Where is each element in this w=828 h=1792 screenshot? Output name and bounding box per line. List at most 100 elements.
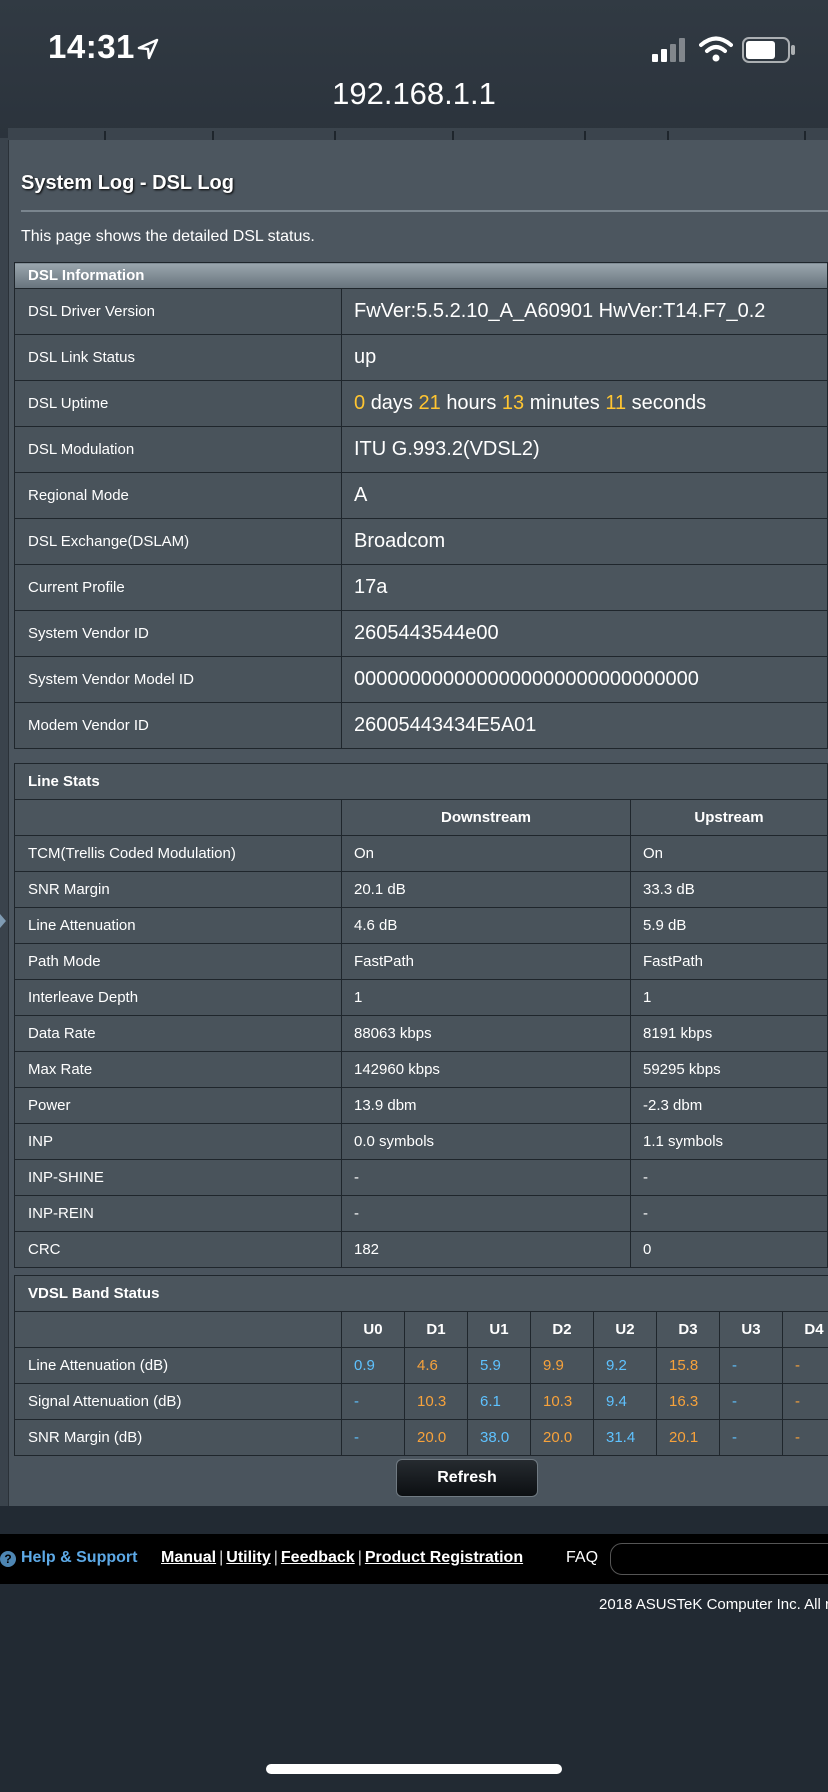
- table-row: DSL Uptime 0 days 21 hours 13 minutes 11…: [14, 380, 828, 427]
- row-label: Signal Attenuation (dB): [14, 1383, 342, 1420]
- band-value: -: [719, 1383, 783, 1420]
- page-title: System Log - DSL Log: [21, 172, 234, 194]
- row-value: 2605443544e00: [341, 610, 828, 657]
- home-indicator[interactable]: [266, 1764, 562, 1774]
- upstream-header: Upstream: [630, 799, 828, 836]
- table-row: Interleave Depth 1 1: [14, 979, 828, 1016]
- refresh-button[interactable]: Refresh: [396, 1459, 538, 1497]
- table-row: System Vendor Model ID 00000000000000000…: [14, 656, 828, 703]
- uptime-seconds-unit: seconds: [631, 392, 707, 414]
- row-label: INP-SHINE: [14, 1159, 342, 1196]
- left-edge: [0, 138, 8, 1506]
- row-label: Data Rate: [14, 1015, 342, 1052]
- row-label: Modem Vendor ID: [14, 702, 342, 749]
- cell-signal-icon: [652, 38, 685, 62]
- row-label: DSL Driver Version: [14, 288, 342, 335]
- battery-icon: [742, 37, 795, 63]
- upstream-value: -2.3 dbm: [630, 1087, 828, 1124]
- row-label: Line Attenuation (dB): [14, 1347, 342, 1384]
- expand-arrow-icon[interactable]: [0, 914, 6, 928]
- band-header-u1: U1: [467, 1311, 531, 1348]
- uptime-seconds: 11: [605, 392, 627, 414]
- band-header-d4: D4: [781, 1311, 828, 1348]
- faq-search-input[interactable]: [610, 1543, 828, 1575]
- status-time: 14:31: [48, 28, 135, 65]
- upstream-value: 5.9 dB: [630, 907, 828, 944]
- uptime-value: 0 days 21 hours 13 minutes 11 seconds: [341, 380, 828, 427]
- band-value: 10.3: [404, 1383, 468, 1420]
- uptime-days-unit: days: [370, 392, 413, 414]
- band-value: 6.1: [467, 1383, 531, 1420]
- upstream-value: 8191 kbps: [630, 1015, 828, 1052]
- band-value: 15.8: [656, 1347, 720, 1384]
- downstream-value: On: [341, 835, 631, 872]
- table-row: Line Attenuation 4.6 dB 5.9 dB: [14, 907, 828, 944]
- band-header-d3: D3: [656, 1311, 720, 1348]
- downstream-header: Downstream: [341, 799, 631, 836]
- row-label: Max Rate: [14, 1051, 342, 1088]
- table-row: INP 0.0 symbols 1.1 symbols: [14, 1123, 828, 1160]
- table-row: Current Profile 17a: [14, 564, 828, 611]
- faq-label: FAQ: [566, 1549, 599, 1566]
- row-value: A: [341, 472, 828, 519]
- footer-links: Manual | Utility | Feedback | Product Registra…: [161, 1549, 523, 1567]
- table-row: Signal Attenuation (dB) - 10.3 6.1 10.3 …: [14, 1383, 828, 1420]
- row-label: Regional Mode: [14, 472, 342, 519]
- upstream-value: 1.1 symbols: [630, 1123, 828, 1160]
- table-row: SNR Margin 20.1 dB 33.3 dB: [14, 871, 828, 908]
- band-value: -: [781, 1347, 828, 1384]
- uptime-hours: 21: [418, 392, 441, 414]
- copyright-text: 2018 ASUSTeK Computer Inc. All r: [599, 1596, 828, 1613]
- upstream-value: On: [630, 835, 828, 872]
- separator: |: [357, 1549, 362, 1566]
- band-value: 5.9: [467, 1347, 531, 1384]
- browser-top-bar: 14:31 192.168.1.1: [0, 0, 828, 138]
- row-value: 0000000000000000000000000000000: [341, 656, 828, 703]
- table-row: Power 13.9 dbm -2.3 dbm: [14, 1087, 828, 1124]
- tab-strip: [8, 128, 828, 140]
- vdsl-band-status-table: VDSL Band Status U0 D1 U1 D2 U2 D3 U3 D4…: [13, 1275, 828, 1456]
- band-value: 38.0: [467, 1419, 531, 1456]
- row-label: SNR Margin: [14, 871, 342, 908]
- band-value: 31.4: [593, 1419, 657, 1456]
- band-value: 9.9: [530, 1347, 594, 1384]
- row-value: up: [341, 334, 828, 381]
- utility-link[interactable]: Utility: [226, 1549, 270, 1566]
- dsl-information-table: DSL Information DSL Driver Version FwVer…: [14, 262, 828, 749]
- separator: |: [273, 1549, 278, 1566]
- band-value: -: [341, 1419, 405, 1456]
- table-row: Data Rate 88063 kbps 8191 kbps: [14, 1015, 828, 1052]
- feedback-link[interactable]: Feedback: [281, 1549, 355, 1566]
- table-row: INP-SHINE - -: [14, 1159, 828, 1196]
- table-row: SNR Margin (dB) - 20.0 38.0 20.0 31.4 20…: [14, 1419, 828, 1456]
- row-value: Broadcom: [341, 518, 828, 565]
- band-header-u3: U3: [719, 1311, 783, 1348]
- address-bar-url[interactable]: 192.168.1.1: [0, 76, 828, 112]
- product-registration-link[interactable]: Product Registration: [365, 1549, 523, 1566]
- uptime-days: 0: [354, 392, 366, 414]
- downstream-value: 20.1 dB: [341, 871, 631, 908]
- row-value: 26005443434E5A01: [341, 702, 828, 749]
- manual-link[interactable]: Manual: [161, 1549, 216, 1566]
- upstream-value: 59295 kbps: [630, 1051, 828, 1088]
- band-value: 9.4: [593, 1383, 657, 1420]
- table-row: CRC 182 0: [14, 1231, 828, 1268]
- separator: |: [219, 1549, 224, 1566]
- location-arrow-icon: [137, 38, 159, 60]
- row-label: INP-REIN: [14, 1195, 342, 1232]
- empty-header: [14, 799, 342, 836]
- downstream-value: -: [341, 1195, 631, 1232]
- uptime-minutes: 13: [501, 392, 525, 414]
- row-label: Interleave Depth: [14, 979, 342, 1016]
- band-header-u2: U2: [593, 1311, 657, 1348]
- downstream-value: 1: [341, 979, 631, 1016]
- downstream-value: -: [341, 1159, 631, 1196]
- help-support-link[interactable]: Help & Support: [21, 1549, 137, 1567]
- row-label: System Vendor Model ID: [14, 656, 342, 703]
- downstream-value: 13.9 dbm: [341, 1087, 631, 1124]
- band-header-d2: D2: [530, 1311, 594, 1348]
- uptime-minutes-unit: minutes: [529, 392, 600, 414]
- page-description: This page shows the detailed DSL status.: [21, 228, 315, 245]
- downstream-value: FastPath: [341, 943, 631, 980]
- band-value: 9.2: [593, 1347, 657, 1384]
